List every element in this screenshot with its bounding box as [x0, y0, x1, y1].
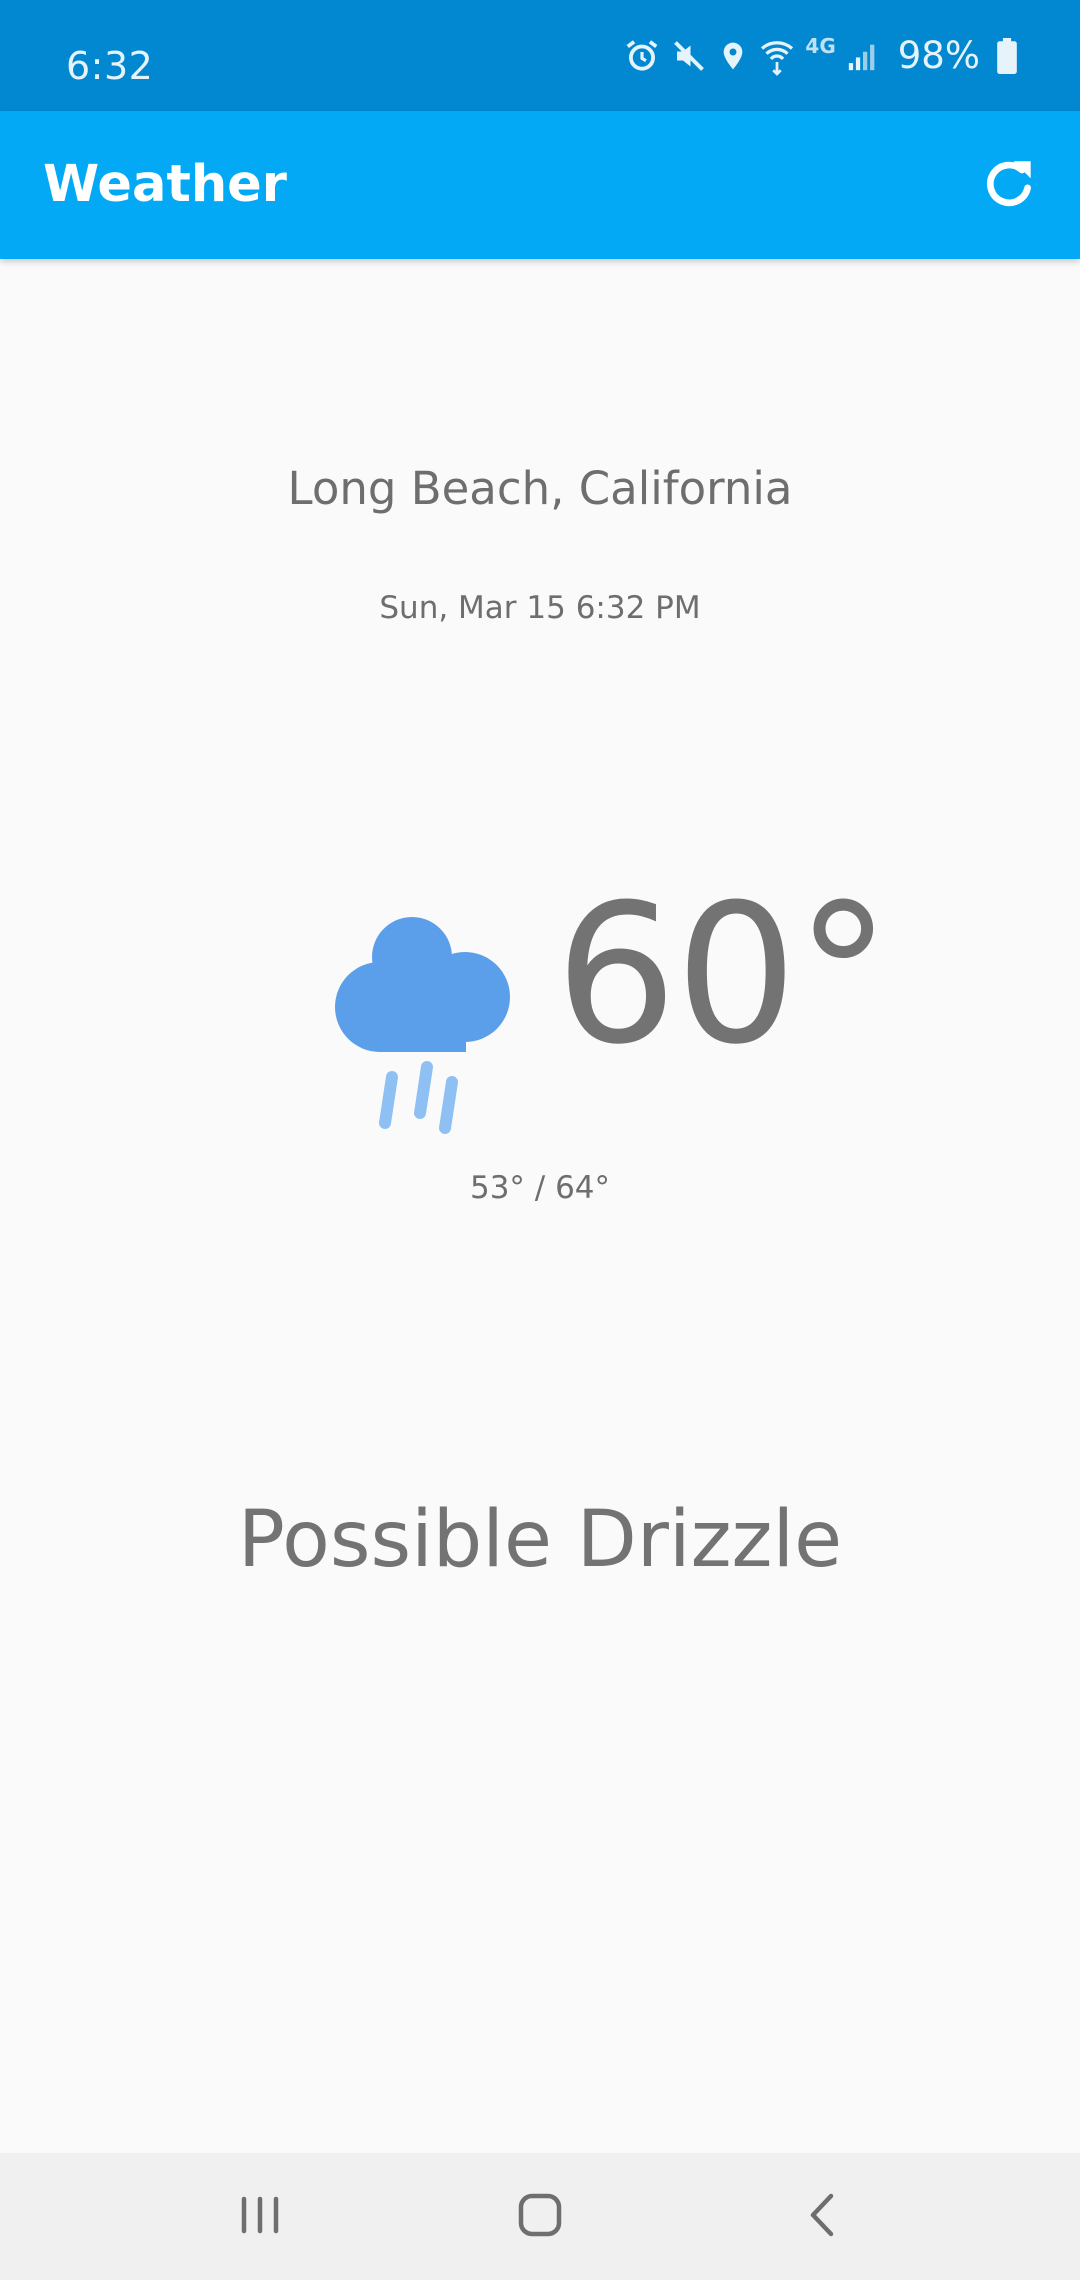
location-icon [717, 38, 749, 74]
system-nav-bar [0, 2153, 1080, 2280]
wifi-icon [759, 36, 795, 76]
weather-screen: 6:32 4G 98% Weather Long Beach, Californ… [0, 0, 1080, 2280]
status-time: 6:32 [66, 44, 154, 88]
datetime-label: Sun, Mar 15 6:32 PM [379, 590, 701, 626]
rain-cloud-icon [330, 915, 530, 1135]
app-title: Weather [43, 155, 287, 214]
back-icon [807, 2192, 837, 2242]
current-temperature: 60° [555, 864, 891, 1087]
recents-button[interactable] [180, 2153, 340, 2280]
status-icons: 4G 98% [623, 0, 1080, 111]
home-icon [517, 2192, 563, 2242]
app-bar: Weather [0, 111, 1080, 259]
back-button[interactable] [742, 2153, 902, 2280]
refresh-button[interactable] [972, 149, 1046, 223]
recents-icon [238, 2195, 282, 2239]
location-label: Long Beach, California [287, 462, 793, 515]
status-bar: 6:32 4G 98% [0, 0, 1080, 111]
low-high-temperature: 53° / 64° [469, 1170, 611, 1206]
weather-summary: Possible Drizzle [237, 1495, 843, 1585]
signal-icon [846, 39, 880, 73]
battery-percent: 98% [897, 34, 980, 77]
alarm-icon [623, 37, 661, 75]
mute-icon [671, 38, 707, 74]
network-4g-icon: 4G [805, 33, 836, 58]
refresh-icon [978, 153, 1040, 219]
battery-icon [996, 37, 1018, 74]
home-button[interactable] [460, 2153, 620, 2280]
